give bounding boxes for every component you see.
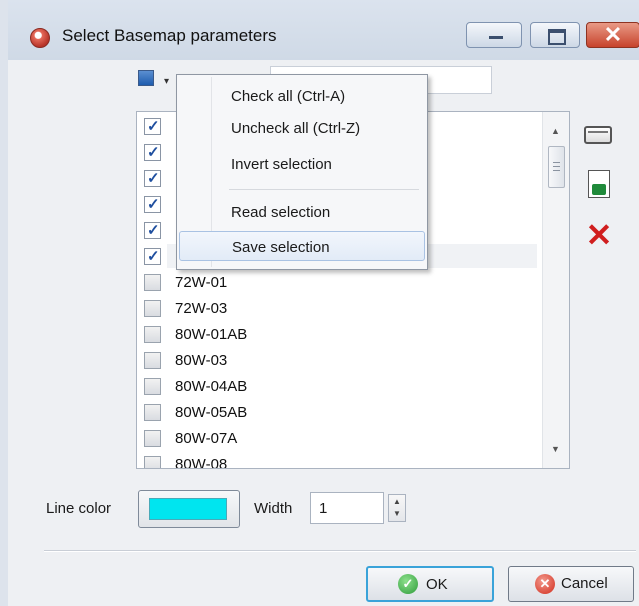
- list-item-label: 80W-08: [175, 456, 228, 469]
- dialog-window: Select Basemap parameters ✕ ▾ ✓ ✓ ✓ ✓ ✓ ✓ 72W-…: [0, 0, 639, 606]
- frame-icon: [584, 126, 612, 144]
- list-item-label: 80W-07A: [175, 430, 238, 447]
- scroll-down-icon[interactable]: ▼: [551, 444, 560, 454]
- line-color-button[interactable]: [138, 490, 240, 528]
- menu-item-invert-selection[interactable]: Invert selection: [179, 149, 425, 179]
- list-item-checkbox[interactable]: ✓: [144, 144, 161, 161]
- delete-button[interactable]: ✕: [582, 218, 616, 252]
- list-item-checkbox[interactable]: ✓: [144, 222, 161, 239]
- close-button[interactable]: ✕: [586, 22, 639, 48]
- list-item-checkbox[interactable]: [144, 378, 161, 395]
- width-input[interactable]: 1: [310, 492, 384, 524]
- list-item-checkbox[interactable]: [144, 430, 161, 447]
- list-item-checkbox[interactable]: [144, 274, 161, 291]
- list-item-checkbox[interactable]: ✓: [144, 248, 161, 265]
- scroll-up-icon[interactable]: ▲: [551, 126, 560, 136]
- ok-icon: ✓: [398, 574, 418, 594]
- menu-item-read-selection[interactable]: Read selection: [179, 197, 425, 227]
- ok-label: OK: [426, 576, 448, 593]
- close-icon: ✕: [603, 22, 623, 47]
- app-icon: [30, 28, 50, 48]
- list-item-label: 80W-04AB: [175, 378, 248, 395]
- spin-up-icon[interactable]: ▲: [393, 497, 401, 506]
- list-item-checkbox[interactable]: ✓: [144, 118, 161, 135]
- list-item-label: 80W-01AB: [175, 326, 248, 343]
- list-item-label: 80W-05AB: [175, 404, 248, 421]
- menu-separator: [229, 189, 419, 190]
- list-item-label: 72W-03: [175, 300, 228, 317]
- list-item-checkbox[interactable]: ✓: [144, 170, 161, 187]
- width-label: Width: [254, 500, 293, 517]
- window-title: Select Basemap parameters: [62, 26, 277, 45]
- checkmark-icon: ✓: [147, 248, 160, 265]
- list-item-checkbox[interactable]: [144, 300, 161, 317]
- cancel-label: Cancel: [561, 575, 608, 592]
- delete-icon: ✕: [585, 217, 613, 253]
- list-item[interactable]: 72W-01: [137, 270, 537, 296]
- list-item-checkbox[interactable]: [144, 352, 161, 369]
- divider: [44, 550, 636, 552]
- list-scrollbar[interactable]: ▲ ▼: [542, 112, 569, 468]
- save-file-button[interactable]: [582, 168, 616, 202]
- list-item[interactable]: 80W-05AB: [137, 400, 537, 426]
- menu-item-uncheck-all[interactable]: Uncheck all (Ctrl-Z): [179, 113, 425, 143]
- list-item-label: 72W-01: [175, 274, 228, 291]
- spin-down-icon[interactable]: ▼: [393, 509, 401, 518]
- ok-button[interactable]: ✓ OK: [366, 566, 494, 602]
- width-spinner[interactable]: ▲ ▼: [388, 494, 406, 522]
- list-item-checkbox[interactable]: [144, 326, 161, 343]
- scroll-thumb[interactable]: [548, 146, 565, 188]
- list-item-label: 80W-03: [175, 352, 228, 369]
- checkmark-icon: ✓: [147, 222, 160, 239]
- frame-button[interactable]: [582, 118, 616, 152]
- menu-item-label: Save selection: [232, 239, 330, 256]
- menu-item-label: Uncheck all (Ctrl-Z): [231, 120, 361, 137]
- select-all-dropdown-arrow-icon[interactable]: ▾: [164, 76, 169, 87]
- menu-item-label: Read selection: [231, 204, 331, 221]
- list-item[interactable]: 80W-08: [137, 452, 537, 469]
- menu-item-label: Invert selection: [231, 156, 332, 173]
- cancel-icon: ✕: [535, 574, 555, 594]
- list-item-checkbox[interactable]: [144, 404, 161, 421]
- cancel-button[interactable]: ✕ Cancel: [508, 566, 634, 602]
- list-item[interactable]: 72W-03: [137, 296, 537, 322]
- list-item-checkbox[interactable]: [144, 456, 161, 468]
- checkmark-icon: ✓: [147, 196, 160, 213]
- minimize-button[interactable]: [466, 22, 522, 48]
- title-bar[interactable]: Select Basemap parameters ✕: [8, 0, 639, 60]
- list-item[interactable]: 80W-07A: [137, 426, 537, 452]
- list-item[interactable]: 80W-01AB: [137, 322, 537, 348]
- list-item[interactable]: 80W-04AB: [137, 374, 537, 400]
- select-all-checkbox[interactable]: [138, 70, 154, 86]
- checkmark-icon: ✓: [147, 144, 160, 161]
- checkmark-icon: ✓: [147, 118, 160, 135]
- maximize-icon: [548, 29, 566, 45]
- minimize-icon: [489, 36, 503, 39]
- save-file-icon: [588, 170, 610, 198]
- list-item-checkbox[interactable]: ✓: [144, 196, 161, 213]
- maximize-button[interactable]: [530, 22, 580, 48]
- line-color-swatch: [149, 498, 227, 520]
- menu-item-save-selection[interactable]: Save selection: [179, 231, 425, 261]
- checkmark-icon: ✓: [147, 170, 160, 187]
- menu-item-check-all[interactable]: Check all (Ctrl-A): [179, 81, 425, 111]
- context-menu: Check all (Ctrl-A) Uncheck all (Ctrl-Z) …: [176, 74, 428, 270]
- list-item[interactable]: 80W-03: [137, 348, 537, 374]
- line-color-label: Line color: [46, 500, 112, 517]
- menu-item-label: Check all (Ctrl-A): [231, 88, 346, 105]
